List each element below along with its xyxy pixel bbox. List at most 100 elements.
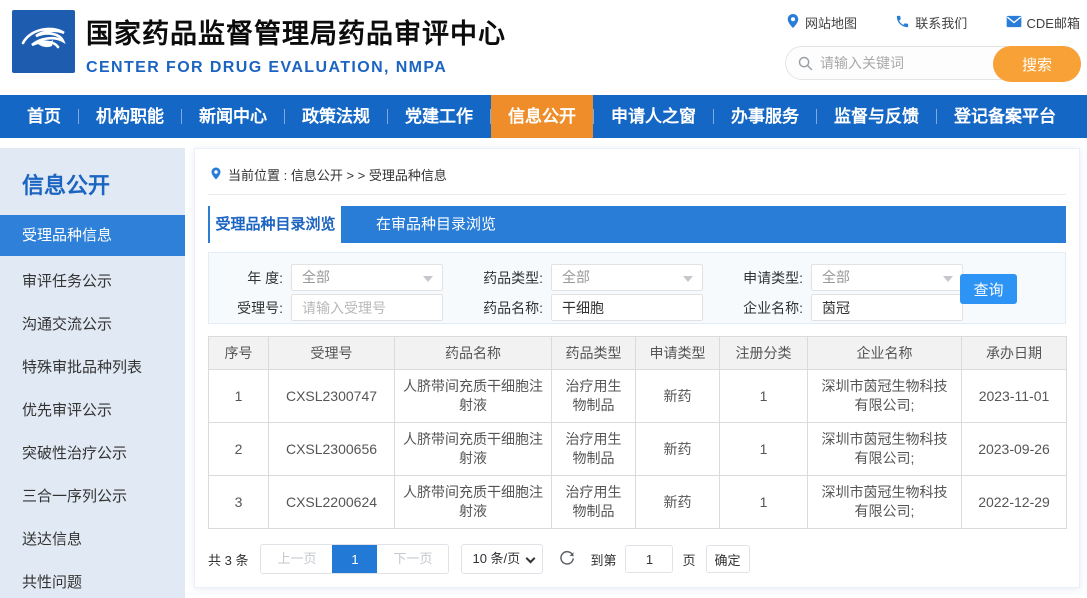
col-drug-name: 药品名称 [395,337,552,370]
col-seq: 序号 [209,337,269,370]
chevron-down-icon [683,276,693,282]
cde-logo[interactable] [12,10,75,73]
col-drug-type: 药品类型 [552,337,636,370]
table-row: 3 CXSL2200624 人脐带间充质干细胞注射液 治疗用生物制品 新药 1 … [209,476,1067,529]
site-subtitle: CENTER FOR DRUG EVALUATION, NMPA [86,59,506,77]
cell-date: 2023-11-01 [962,370,1067,423]
company-name-label: 企业名称: [733,298,803,318]
goto-page-input[interactable] [625,545,673,573]
mail-icon [1006,15,1022,31]
apply-type-select-value: 全部 [822,269,850,285]
sidebar-item-breakthrough-therapy[interactable]: 突破性治疗公示 [0,432,185,475]
query-button[interactable]: 查询 [960,274,1017,304]
cell-reg-class: 1 [720,423,808,476]
cell-apply-type: 新药 [636,476,720,529]
apply-type-select[interactable]: 全部 [811,264,963,291]
tab-accepted-catalog[interactable]: 受理品种目录浏览 [210,206,341,243]
nav-item-info-disclosure[interactable]: 信息公开 [491,95,593,138]
cell-acceptance-no: CXSL2300656 [269,423,395,476]
cell-apply-type: 新药 [636,370,720,423]
mailbox-label: CDE邮箱 [1027,13,1080,32]
sidebar-item-common-issues[interactable]: 共性问题 [0,561,185,598]
cell-date: 2022-12-29 [962,476,1067,529]
results-table: 序号 受理号 药品名称 药品类型 申请类型 注册分类 企业名称 承办日期 1 C… [208,336,1067,529]
nav-item-news[interactable]: 新闻中心 [182,95,284,138]
company-name-input[interactable] [811,294,963,321]
prev-page-button[interactable]: 上一页 [261,545,332,573]
page-size-value: 10 条/页 [472,551,520,566]
cell-seq: 3 [209,476,269,529]
acceptance-no-label: 受理号: [219,298,283,318]
total-count: 共 3 条 [208,550,248,569]
table-header-row: 序号 受理号 药品名称 药品类型 申请类型 注册分类 企业名称 承办日期 [209,337,1067,370]
confirm-button[interactable]: 确定 [706,545,750,573]
filter-panel: 年 度: 全部 药品类型: 全部 申请类型: 全部 受 [208,252,1066,324]
col-company: 企业名称 [808,337,962,370]
nav-item-applicant-window[interactable]: 申请人之窗 [594,95,713,138]
cell-drug-type: 治疗用生物制品 [552,476,636,529]
tab-strip: 受理品种目录浏览 在审品种目录浏览 [208,206,1066,243]
swan-logo-icon [18,17,70,66]
cell-reg-class: 1 [720,370,808,423]
cell-drug-name: 人脐带间充质干细胞注射液 [395,423,552,476]
chevron-down-icon [526,554,536,564]
cell-reg-class: 1 [720,476,808,529]
chevron-down-icon [423,276,433,282]
contact-link[interactable]: 联系我们 [895,13,967,32]
nav-item-org-functions[interactable]: 机构职能 [79,95,181,138]
page-size-select[interactable]: 10 条/页 [461,544,543,574]
refresh-icon [558,550,576,568]
phone-icon [895,14,910,32]
acceptance-no-input[interactable] [291,294,443,321]
pagination: 共 3 条 上一页 1 下一页 10 条/页 到第 页 确定 [208,544,1066,574]
drug-name-input[interactable] [551,294,703,321]
page: 国家药品监督管理局药品审评中心 CENTER FOR DRUG EVALUATI… [0,0,1087,598]
col-date: 承办日期 [962,337,1067,370]
sidebar-item-communication[interactable]: 沟通交流公示 [0,303,185,346]
sidebar-item-special-approval[interactable]: 特殊审批品种列表 [0,346,185,389]
search-input[interactable] [820,48,985,78]
drug-type-select[interactable]: 全部 [551,264,703,291]
main-nav: 首页 机构职能 新闻中心 政策法规 党建工作 信息公开 申请人之窗 办事服务 监… [0,95,1087,138]
nav-item-services[interactable]: 办事服务 [714,95,816,138]
cell-company: 深圳市茵冠生物科技有限公司; [808,423,962,476]
drug-type-select-value: 全部 [562,269,590,285]
nav-item-home[interactable]: 首页 [10,95,78,138]
sidebar-item-accepted-varieties[interactable]: 受理品种信息 [0,215,185,256]
table-row: 1 CXSL2300747 人脐带间充质干细胞注射液 治疗用生物制品 新药 1 … [209,370,1067,423]
nav-item-policy[interactable]: 政策法规 [285,95,387,138]
apply-type-label: 申请类型: [733,268,803,288]
chevron-down-icon [943,276,953,282]
search-button[interactable]: 搜索 [993,46,1081,82]
nav-item-party-building[interactable]: 党建工作 [388,95,490,138]
refresh-button[interactable] [558,550,576,568]
sidebar-item-review-tasks[interactable]: 审评任务公示 [0,260,185,303]
goto-page-label: 到第 [590,550,616,569]
nav-item-registration-platform[interactable]: 登记备案平台 [937,95,1073,138]
cell-company: 深圳市茵冠生物科技有限公司; [808,476,962,529]
cell-seq: 1 [209,370,269,423]
year-select[interactable]: 全部 [291,264,443,291]
cell-acceptance-no: CXSL2200624 [269,476,395,529]
filter-row-1: 年 度: 全部 药品类型: 全部 申请类型: 全部 [219,264,1055,291]
year-label: 年 度: [219,268,283,288]
sitemap-link[interactable]: 网站地图 [786,13,857,32]
cell-drug-type: 治疗用生物制品 [552,423,636,476]
search-bar: 搜索 [785,46,1081,80]
site-title: 国家药品监督管理局药品审评中心 [86,12,506,51]
goto-page-suffix: 页 [682,550,695,569]
sidebar-item-three-in-one[interactable]: 三合一序列公示 [0,475,185,518]
cell-drug-name: 人脐带间充质干细胞注射液 [395,370,552,423]
breadcrumb-pin-icon [210,166,222,184]
sidebar-item-delivery-info[interactable]: 送达信息 [0,518,185,561]
cell-drug-name: 人脐带间充质干细胞注射液 [395,476,552,529]
table-row: 2 CXSL2300656 人脐带间充质干细胞注射液 治疗用生物制品 新药 1 … [209,423,1067,476]
page-1-button[interactable]: 1 [332,545,377,573]
nav-item-supervision-feedback[interactable]: 监督与反馈 [817,95,936,138]
next-page-button[interactable]: 下一页 [377,545,448,573]
cell-date: 2023-09-26 [962,423,1067,476]
mailbox-link[interactable]: CDE邮箱 [1006,13,1080,32]
tab-under-review-catalog[interactable]: 在审品种目录浏览 [341,206,531,243]
sidebar-item-priority-review[interactable]: 优先审评公示 [0,389,185,432]
cell-acceptance-no: CXSL2300747 [269,370,395,423]
